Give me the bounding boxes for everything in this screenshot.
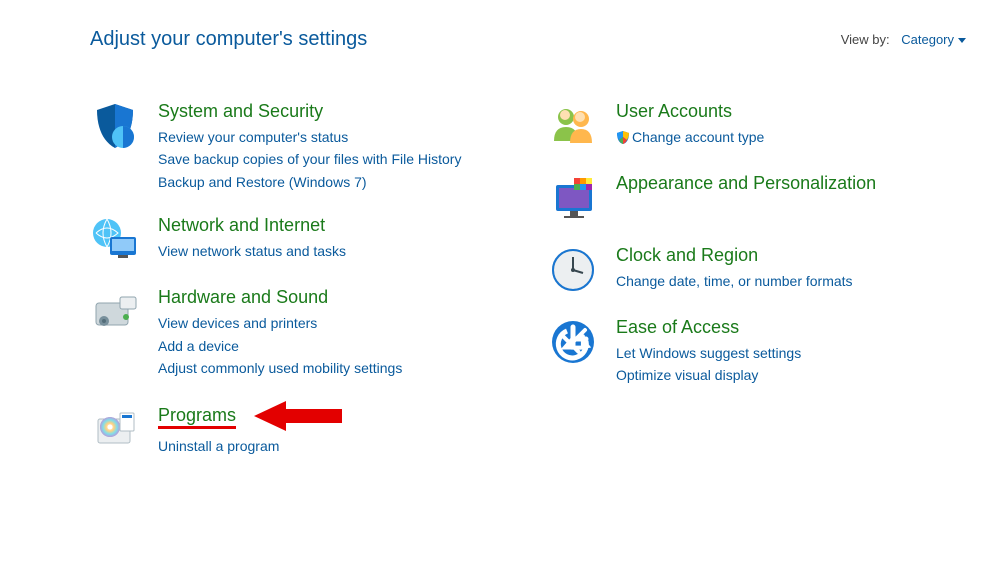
category-hardware: Hardware and Sound View devices and print… xyxy=(90,287,508,379)
category-network: Network and Internet View network status … xyxy=(90,215,508,265)
link-clock-0[interactable]: Change date, time, or number formats xyxy=(616,270,853,292)
link-shield-1[interactable]: Save backup copies of your files with Fi… xyxy=(158,148,461,170)
link-network-0[interactable]: View network status and tasks xyxy=(158,240,346,262)
link-ease-1[interactable]: Optimize visual display xyxy=(616,364,801,386)
chevron-down-icon xyxy=(958,38,966,43)
category-shield: System and Security Review your computer'… xyxy=(90,101,508,193)
category-programs: Programs Uninstall a program xyxy=(90,401,508,457)
category-title-hardware[interactable]: Hardware and Sound xyxy=(158,287,402,308)
link-shield-0[interactable]: Review your computer's status xyxy=(158,126,461,148)
programs-icon[interactable] xyxy=(90,401,140,451)
link-shield-2[interactable]: Backup and Restore (Windows 7) xyxy=(158,171,461,193)
link-users-0[interactable]: Change account type xyxy=(632,129,764,145)
category-title-users[interactable]: User Accounts xyxy=(616,101,764,122)
link-hardware-1[interactable]: Add a device xyxy=(158,335,402,357)
link-hardware-0[interactable]: View devices and printers xyxy=(158,312,402,334)
category-appearance: Appearance and Personalization xyxy=(548,173,966,223)
view-by: View by: Category xyxy=(841,32,966,47)
view-by-label: View by: xyxy=(841,32,890,47)
page-title: Adjust your computer's settings xyxy=(90,28,367,51)
category-users: User Accounts Change account type xyxy=(548,101,966,151)
network-icon[interactable] xyxy=(90,215,140,265)
link-hardware-2[interactable]: Adjust commonly used mobility settings xyxy=(158,357,402,379)
link-ease-0[interactable]: Let Windows suggest settings xyxy=(616,342,801,364)
category-clock: Clock and Region Change date, time, or nu… xyxy=(548,245,966,295)
category-title-network[interactable]: Network and Internet xyxy=(158,215,346,236)
category-title-ease[interactable]: Ease of Access xyxy=(616,317,801,338)
highlight-arrow-icon xyxy=(254,401,344,431)
view-by-dropdown[interactable]: Category xyxy=(901,32,966,47)
appearance-icon[interactable] xyxy=(548,173,598,223)
category-title-shield[interactable]: System and Security xyxy=(158,101,461,122)
shield-icon[interactable] xyxy=(90,101,140,151)
uac-shield-icon xyxy=(616,130,630,144)
ease-icon[interactable] xyxy=(548,317,598,367)
clock-icon[interactable] xyxy=(548,245,598,295)
link-programs-0[interactable]: Uninstall a program xyxy=(158,435,344,457)
hardware-icon[interactable] xyxy=(90,287,140,337)
category-title-appearance[interactable]: Appearance and Personalization xyxy=(616,173,876,194)
category-title-programs[interactable]: Programs xyxy=(158,401,344,431)
users-icon[interactable] xyxy=(548,101,598,151)
category-ease: Ease of Access Let Windows suggest settin… xyxy=(548,317,966,387)
category-title-clock[interactable]: Clock and Region xyxy=(616,245,853,266)
